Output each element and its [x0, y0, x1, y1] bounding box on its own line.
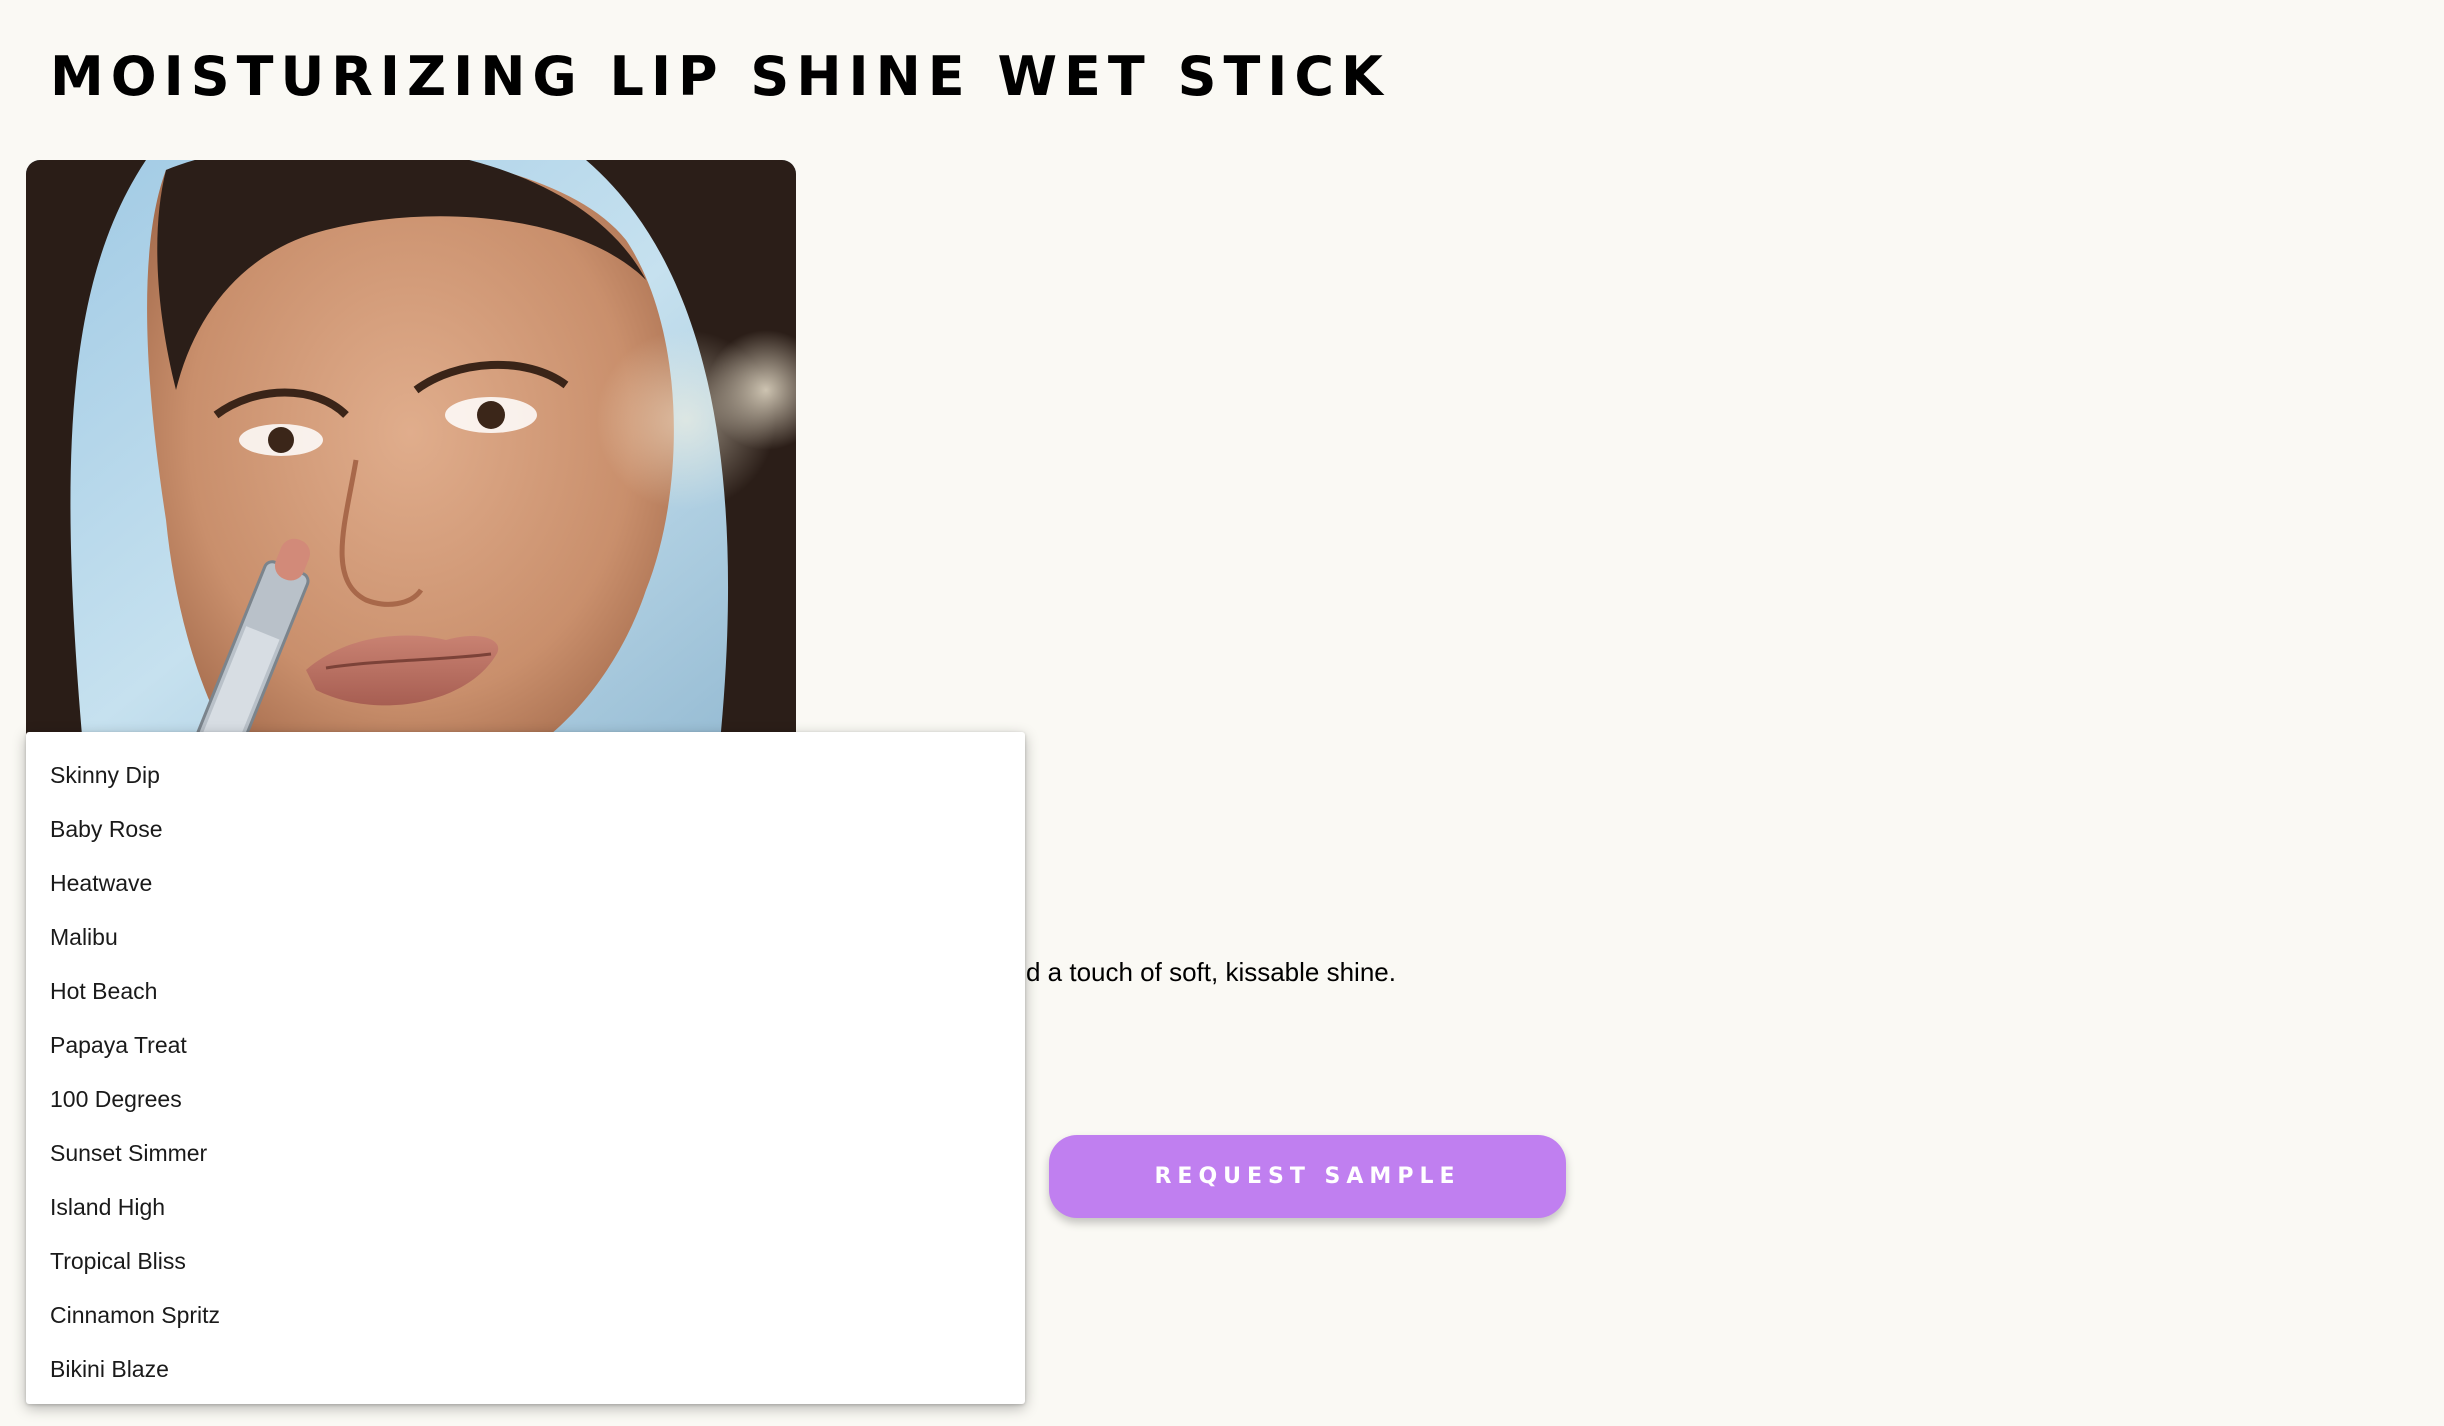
shade-dropdown-menu[interactable]: Skinny Dip Baby Rose Heatwave Malibu Hot…	[26, 732, 1025, 1404]
shade-option[interactable]: Baby Rose	[26, 802, 1025, 856]
shade-option[interactable]: Malibu	[26, 910, 1025, 964]
shade-option[interactable]: Sunset Simmer	[26, 1126, 1025, 1180]
shade-option[interactable]: Heatwave	[26, 856, 1025, 910]
shade-option[interactable]: Tropical Bliss	[26, 1234, 1025, 1288]
shade-option[interactable]: 100 Degrees	[26, 1072, 1025, 1126]
page-title: MOISTURIZING LIP SHINE WET STICK	[50, 45, 1390, 108]
shade-option[interactable]: Hot Beach	[26, 964, 1025, 1018]
shade-option[interactable]: Cinnamon Spritz	[26, 1288, 1025, 1342]
shade-option[interactable]: Papaya Treat	[26, 1018, 1025, 1072]
shade-option[interactable]: Bikini Blaze	[26, 1342, 1025, 1396]
product-image	[26, 160, 796, 780]
request-sample-button[interactable]: REQUEST SAMPLE	[1049, 1135, 1566, 1218]
shade-option[interactable]: Skinny Dip	[26, 748, 1025, 802]
shade-option[interactable]: Island High	[26, 1180, 1025, 1234]
